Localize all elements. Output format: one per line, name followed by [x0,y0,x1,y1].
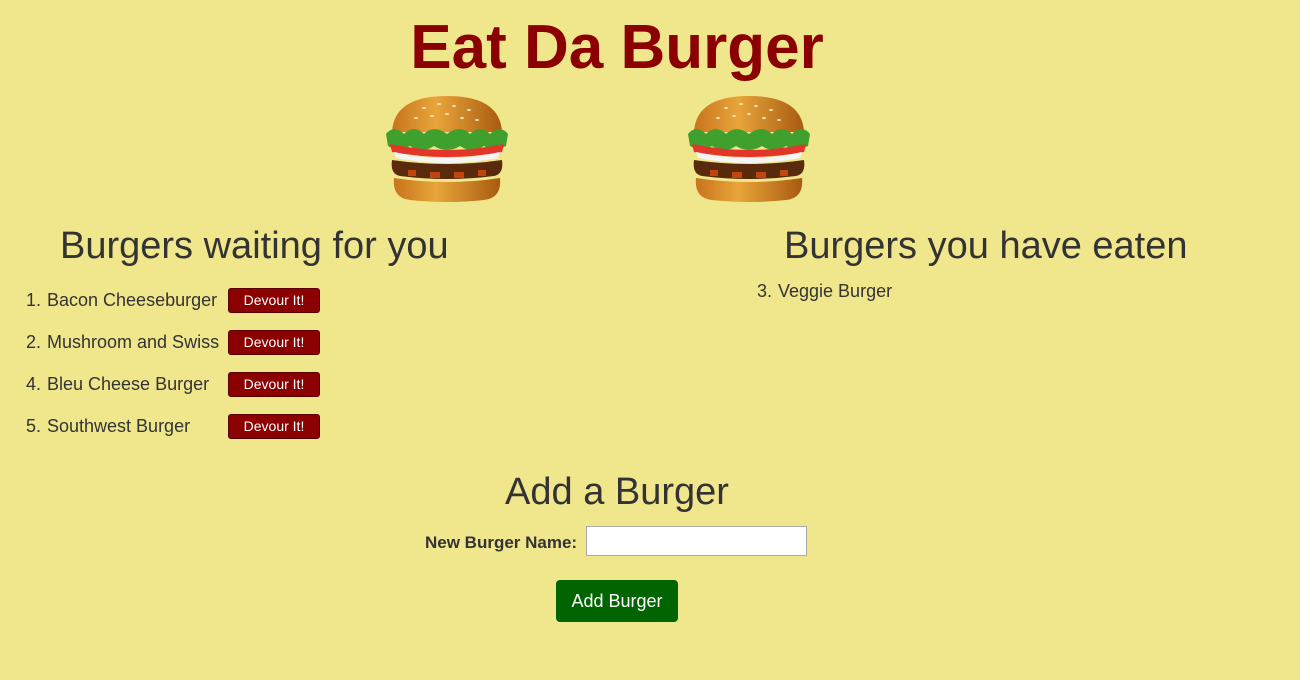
list-item: 5. Southwest Burger Devour It! [26,413,320,439]
item-number: 2. [26,331,42,352]
devour-button[interactable]: Devour It! [228,413,320,439]
add-burger-heading: Add a Burger [505,471,729,513]
item-number: 4. [26,373,42,394]
item-number: 1. [26,289,42,310]
hamburger-icon [688,96,810,202]
devour-button[interactable]: Devour It! [228,329,320,355]
item-number: 3. [757,280,773,301]
eaten-heading: Burgers you have eaten [784,225,1188,267]
add-burger-button[interactable]: Add Burger [556,580,678,622]
item-number: 5. [26,415,42,436]
hamburger-icon [386,96,508,202]
burger-name: Veggie Burger [778,280,893,301]
burger-name: Southwest Burger [47,415,191,436]
burger-name: Bleu Cheese Burger [47,373,210,394]
list-item: 2. Mushroom and Swiss Devour It! [26,329,320,355]
devour-button[interactable]: Devour It! [228,287,320,313]
list-item: 3. Veggie Burger [757,280,892,302]
burger-name-input[interactable] [586,526,807,556]
page-title: Eat Da Burger [410,13,824,82]
burger-name-label: New Burger Name: [425,533,578,552]
list-item: 1. Bacon Cheeseburger Devour It! [26,287,320,313]
devour-button[interactable]: Devour It! [228,371,320,397]
burger-name: Mushroom and Swiss [47,331,220,352]
list-item: 4. Bleu Cheese Burger Devour It! [26,371,320,397]
burger-name: Bacon Cheeseburger [47,289,218,310]
waiting-heading: Burgers waiting for you [60,225,449,267]
